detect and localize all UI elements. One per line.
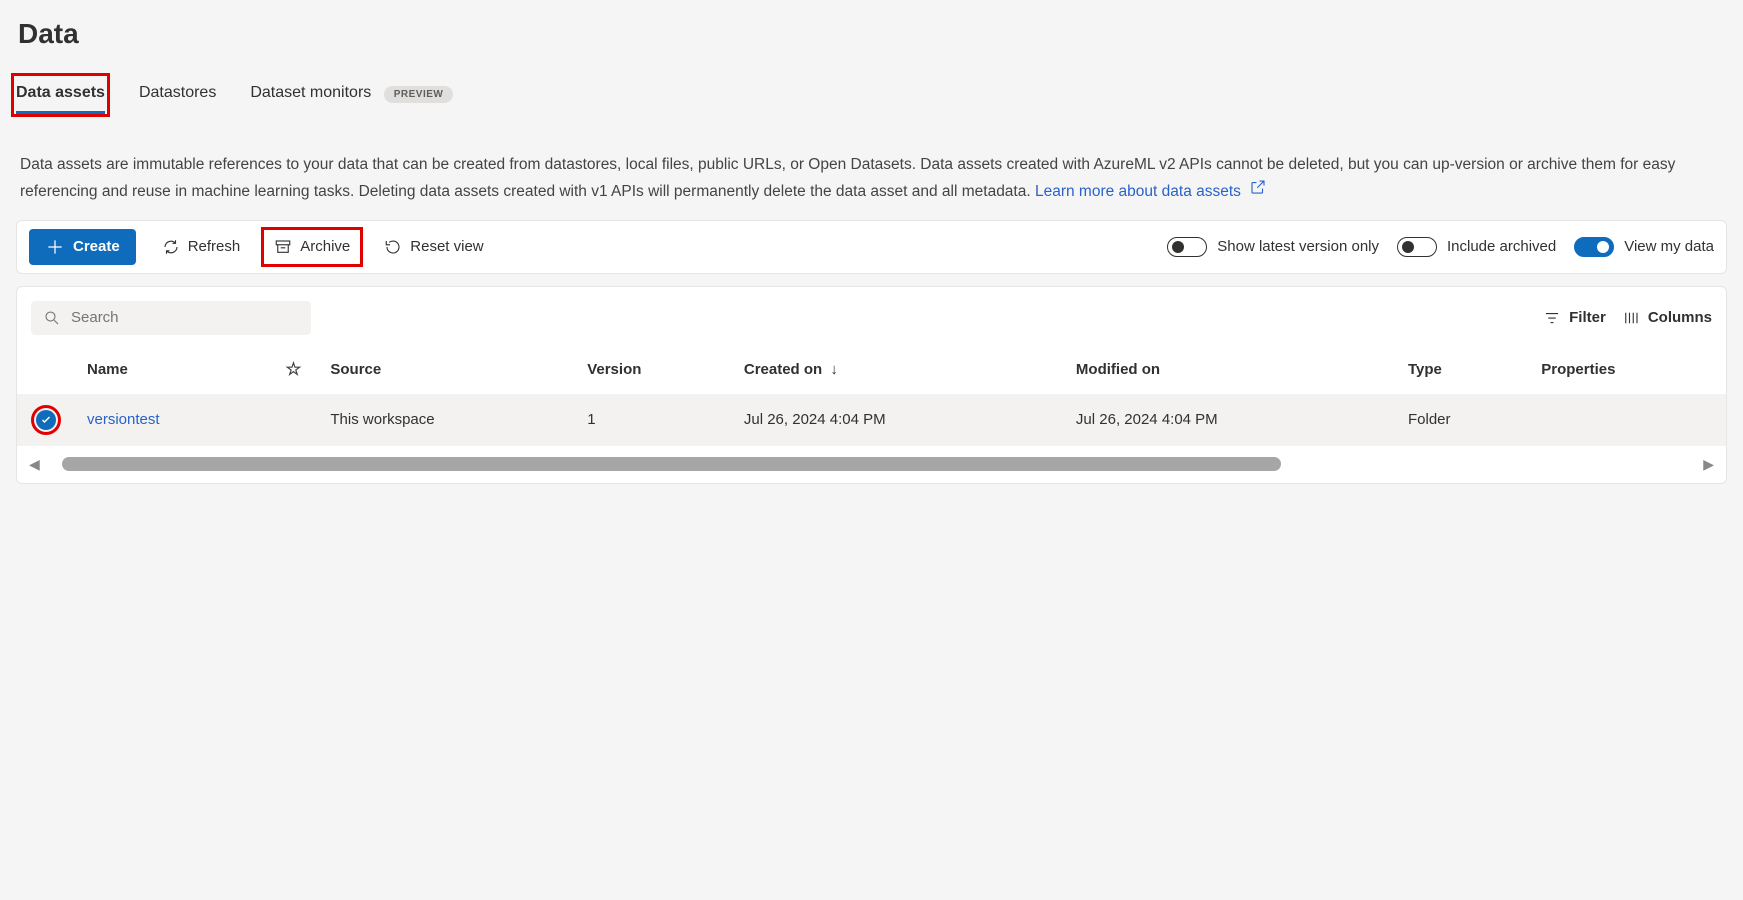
refresh-button[interactable]: Refresh [154,232,249,262]
columns-label: Columns [1648,309,1712,326]
filter-label: Filter [1569,309,1606,326]
row-source: This workspace [318,394,575,446]
col-created-on-label: Created on [744,361,822,378]
filter-icon [1543,309,1561,327]
view-my-data-label: View my data [1624,238,1714,255]
refresh-label: Refresh [188,238,241,255]
show-latest-toggle[interactable] [1167,237,1207,257]
reset-view-icon [384,238,402,256]
col-select[interactable] [17,347,75,394]
checkmark-icon [40,414,52,426]
star-icon: ☆ [285,359,301,379]
scroll-thumb[interactable] [62,457,1281,471]
learn-more-label: Learn more about data assets [1035,183,1241,200]
search-field[interactable] [31,301,311,335]
learn-more-link[interactable]: Learn more about data assets [1035,183,1267,200]
refresh-icon [162,238,180,256]
col-type[interactable]: Type [1396,347,1529,394]
external-link-icon [1249,184,1267,199]
columns-button[interactable]: Columns [1622,309,1712,327]
col-properties[interactable]: Properties [1529,347,1726,394]
archive-button[interactable]: Archive [266,232,358,262]
archive-label: Archive [300,238,350,255]
tab-dataset-monitors-label: Dataset monitors [250,84,371,101]
search-input[interactable] [71,309,299,326]
tab-bar: Data assets Datastores Dataset monitors … [16,62,1727,112]
description-body: Data assets are immutable references to … [20,156,1675,200]
tab-data-assets[interactable]: Data assets [16,78,105,112]
col-modified-on[interactable]: Modified on [1064,347,1396,394]
sort-descending-icon: ↓ [830,361,838,378]
plus-icon [45,237,65,257]
col-favorite[interactable]: ☆ [268,347,318,394]
include-archived-label: Include archived [1447,238,1556,255]
data-assets-panel: Filter Columns Name ☆ Source Version Cre… [16,286,1727,484]
row-version: 1 [575,394,732,446]
preview-badge: PREVIEW [384,86,454,103]
reset-view-label: Reset view [410,238,483,255]
tab-datastores[interactable]: Datastores [139,78,216,112]
archive-icon [274,238,292,256]
reset-view-button[interactable]: Reset view [376,232,491,262]
row-name-link[interactable]: versiontest [87,411,160,428]
tab-dataset-monitors[interactable]: Dataset monitors PREVIEW [250,78,453,112]
columns-icon [1622,309,1640,327]
scroll-right-icon[interactable]: ▶ [1703,456,1714,473]
data-assets-table: Name ☆ Source Version Created on ↓ Modif… [17,347,1726,446]
table-row[interactable]: versiontest This workspace 1 Jul 26, 202… [17,394,1726,446]
col-version[interactable]: Version [575,347,732,394]
col-created-on[interactable]: Created on ↓ [732,347,1064,394]
scroll-track[interactable] [48,457,1695,471]
col-name[interactable]: Name [75,347,268,394]
col-source[interactable]: Source [318,347,575,394]
view-my-data-toggle[interactable] [1574,237,1614,257]
page-title: Data [16,0,1727,62]
create-label: Create [73,238,120,255]
create-button[interactable]: Create [29,229,136,265]
search-icon [43,309,61,327]
scroll-left-icon[interactable]: ◀ [29,456,40,473]
horizontal-scrollbar[interactable]: ◀ ▶ [17,446,1726,473]
row-properties [1529,394,1726,446]
show-latest-label: Show latest version only [1217,238,1379,255]
row-select-checkbox[interactable] [36,410,56,430]
filter-button[interactable]: Filter [1543,309,1606,327]
row-created-on: Jul 26, 2024 4:04 PM [732,394,1064,446]
row-modified-on: Jul 26, 2024 4:04 PM [1064,394,1396,446]
toolbar: Create Refresh Archive Reset view Show l… [16,220,1727,274]
row-type: Folder [1396,394,1529,446]
description-text: Data assets are immutable references to … [16,112,1716,220]
include-archived-toggle[interactable] [1397,237,1437,257]
